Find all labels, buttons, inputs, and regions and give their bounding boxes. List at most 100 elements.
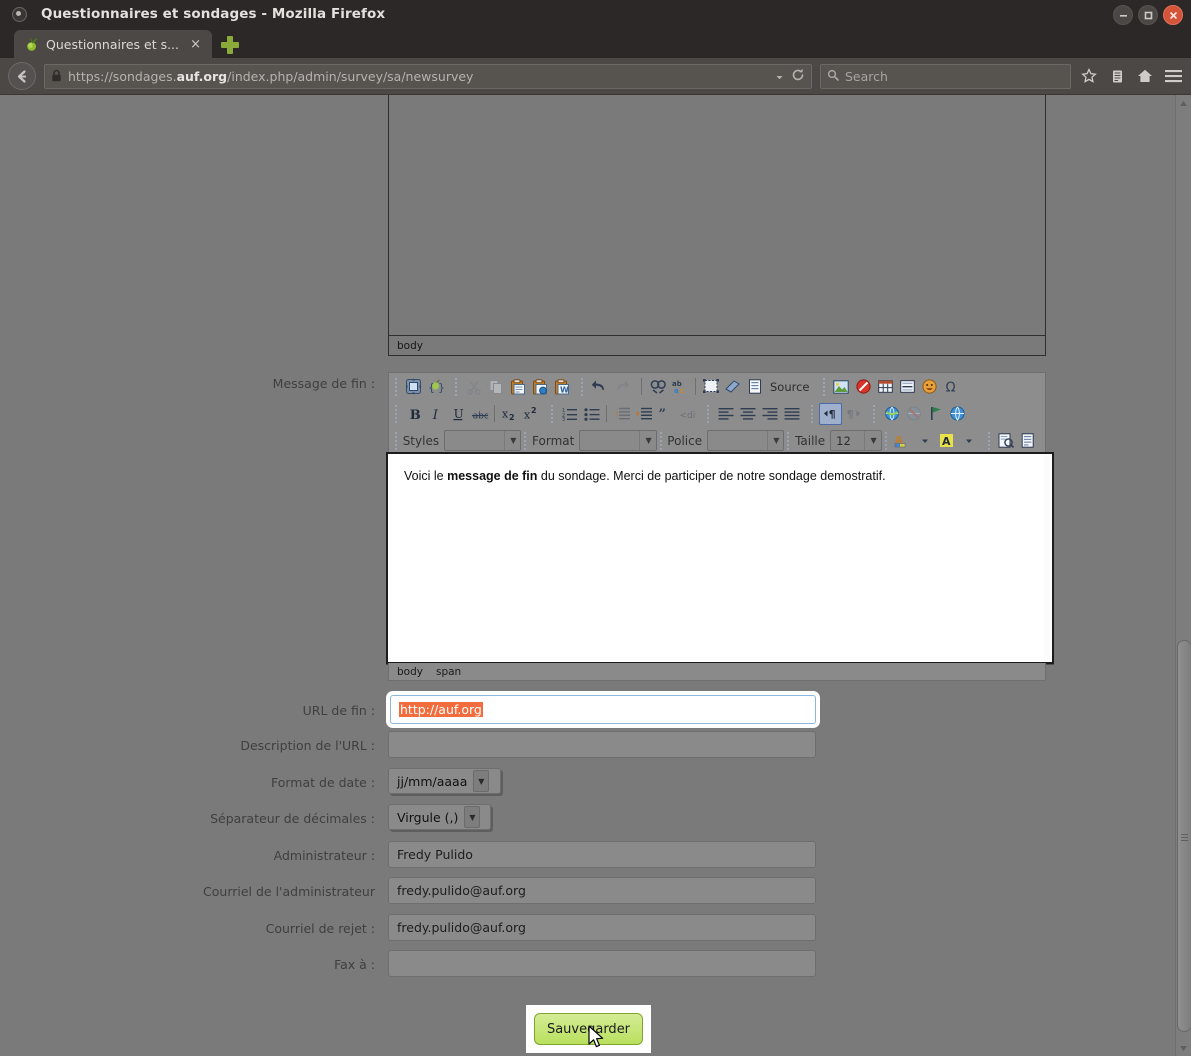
text-direction-ltr-icon[interactable]: ¶ (819, 402, 842, 425)
editor-iframe[interactable]: Voici le message de fin du sondage. Merc… (390, 456, 1044, 660)
print-icon[interactable] (1018, 431, 1039, 451)
chevron-down-icon[interactable] (775, 67, 784, 86)
url-text: https://sondages.auf.org/index.php/admin… (68, 69, 473, 84)
show-blocks-icon[interactable]: {} (425, 377, 446, 397)
paste-as-plain-text-icon[interactable] (529, 377, 550, 397)
administrateur-input[interactable]: Fredy Pulido (388, 841, 816, 868)
end-message-editing-area[interactable]: Voici le message de fin du sondage. Merc… (386, 452, 1054, 664)
align-center-icon[interactable] (737, 404, 758, 424)
courriel-de-rejet-input[interactable]: fredy.pulido@auf.org (388, 914, 816, 941)
close-button[interactable] (1163, 5, 1183, 25)
maximize-button[interactable] (1138, 5, 1158, 25)
redo-icon[interactable] (611, 377, 632, 397)
search-bar[interactable]: Search (820, 63, 1071, 89)
anchor-icon[interactable] (925, 404, 946, 424)
bookmark-star-icon[interactable] (1079, 66, 1099, 86)
background-color-icon[interactable]: A (936, 431, 957, 451)
select-all-icon[interactable] (700, 377, 721, 397)
paste-from-word-icon[interactable]: W (551, 377, 572, 397)
window-menu-icon[interactable] (12, 6, 27, 22)
special-char-icon[interactable]: Ω (941, 377, 962, 397)
align-right-icon[interactable] (759, 404, 780, 424)
text-color-dropdown-icon[interactable] (914, 431, 935, 451)
numbered-list-icon[interactable]: 123 (559, 404, 580, 424)
italic-icon[interactable]: I (425, 404, 446, 424)
url-de-fin-input[interactable]: http://auf.org (390, 695, 816, 724)
format-de-date-select[interactable]: jj/mm/aaaa ▼ (388, 768, 501, 794)
back-icon[interactable] (8, 62, 36, 90)
toolbar-group-undo (586, 374, 635, 399)
outdent-icon[interactable] (611, 404, 632, 424)
taille-combo[interactable]: 12 ▼ (830, 430, 882, 451)
courriel-de-rejet-value: fredy.pulido@auf.org (397, 920, 526, 935)
scroll-down-icon[interactable] (1176, 1040, 1191, 1056)
element-path-span[interactable]: span (436, 666, 461, 680)
tab-questionnaires[interactable]: Questionnaires et s... × (14, 30, 212, 58)
minimize-button[interactable] (1113, 5, 1133, 25)
source-button-label[interactable]: Source (766, 380, 814, 394)
link-icon[interactable] (881, 404, 902, 424)
editor-text-suffix: du sondage. Merci de participer de notre… (537, 469, 886, 483)
tab-close-icon[interactable]: × (187, 38, 204, 51)
url-path: /index.php/admin/survey/sa/newsurvey (227, 68, 474, 84)
scrollbar-thumb[interactable] (1177, 640, 1191, 1032)
strikethrough-icon[interactable]: abc (469, 404, 490, 424)
search-placeholder: Search (845, 68, 888, 84)
page-scrollbar[interactable] (1175, 95, 1191, 1056)
superscript-icon[interactable]: x2 (521, 404, 542, 424)
police-combo[interactable]: ▼ (707, 430, 785, 451)
smiley-icon[interactable] (919, 377, 940, 397)
separateur-decimales-value: Virgule (,) (397, 809, 459, 825)
reload-icon[interactable] (791, 67, 805, 86)
chevron-down-icon: ▼ (504, 431, 518, 450)
svg-text:B: B (409, 408, 420, 421)
templates-icon[interactable] (744, 377, 765, 397)
horizontal-rule-icon[interactable] (897, 377, 918, 397)
unlink-icon[interactable] (903, 404, 924, 424)
new-tab-button[interactable] (221, 36, 239, 54)
fax-a-input[interactable] (388, 950, 816, 977)
indent-icon[interactable] (633, 404, 654, 424)
scroll-up-icon[interactable] (1176, 95, 1191, 111)
blockquote-icon[interactable]: ” (655, 404, 676, 424)
cut-icon[interactable] (463, 377, 484, 397)
bulleted-list-icon[interactable] (581, 404, 602, 424)
flash-icon[interactable] (853, 377, 874, 397)
find-icon[interactable] (648, 377, 669, 397)
element-path-body[interactable]: body (397, 666, 423, 680)
toolbar-grip-icon (883, 431, 888, 450)
underline-icon[interactable]: U (447, 404, 468, 424)
maximize-editor-icon[interactable] (403, 377, 424, 397)
replace-icon[interactable]: ab a c (670, 377, 691, 397)
align-justify-icon[interactable] (781, 404, 802, 424)
format-combo-label: Format (532, 433, 575, 448)
toolbar-group-tools: {} (400, 374, 449, 399)
reader-list-icon[interactable] (1107, 66, 1127, 86)
bold-icon[interactable]: B (403, 404, 424, 424)
remove-format-icon[interactable] (722, 377, 743, 397)
create-div-icon[interactable]: <div> (677, 404, 698, 424)
table-icon[interactable] (875, 377, 896, 397)
courriel-administrateur-input[interactable]: fredy.pulido@auf.org (388, 877, 816, 904)
description-url-input[interactable] (388, 731, 816, 758)
label-url-de-fin: URL de fin : (302, 703, 375, 718)
address-bar[interactable]: https://sondages.auf.org/index.php/admin… (44, 63, 812, 89)
image-icon[interactable] (831, 377, 852, 397)
align-left-icon[interactable] (715, 404, 736, 424)
iframe-icon[interactable] (947, 404, 968, 424)
format-combo[interactable]: ▼ (579, 430, 657, 451)
copy-icon[interactable] (485, 377, 506, 397)
editor-content[interactable]: Voici le message de fin du sondage. Merc… (390, 456, 1044, 496)
menu-icon[interactable] (1163, 66, 1183, 86)
styles-combo[interactable]: ▼ (444, 430, 522, 451)
text-color-icon[interactable]: A (892, 431, 913, 451)
subscript-icon[interactable]: x2 (499, 404, 520, 424)
preview-icon[interactable] (996, 431, 1017, 451)
undo-icon[interactable] (589, 377, 610, 397)
separateur-decimales-select[interactable]: Virgule (,) ▼ (388, 804, 491, 830)
home-icon[interactable] (1135, 66, 1155, 86)
paste-icon[interactable] (507, 377, 528, 397)
background-color-dropdown-icon[interactable] (958, 431, 979, 451)
text-direction-rtl-icon[interactable]: ¶ (843, 404, 864, 424)
welcome-message-editor[interactable]: body (388, 95, 1046, 356)
